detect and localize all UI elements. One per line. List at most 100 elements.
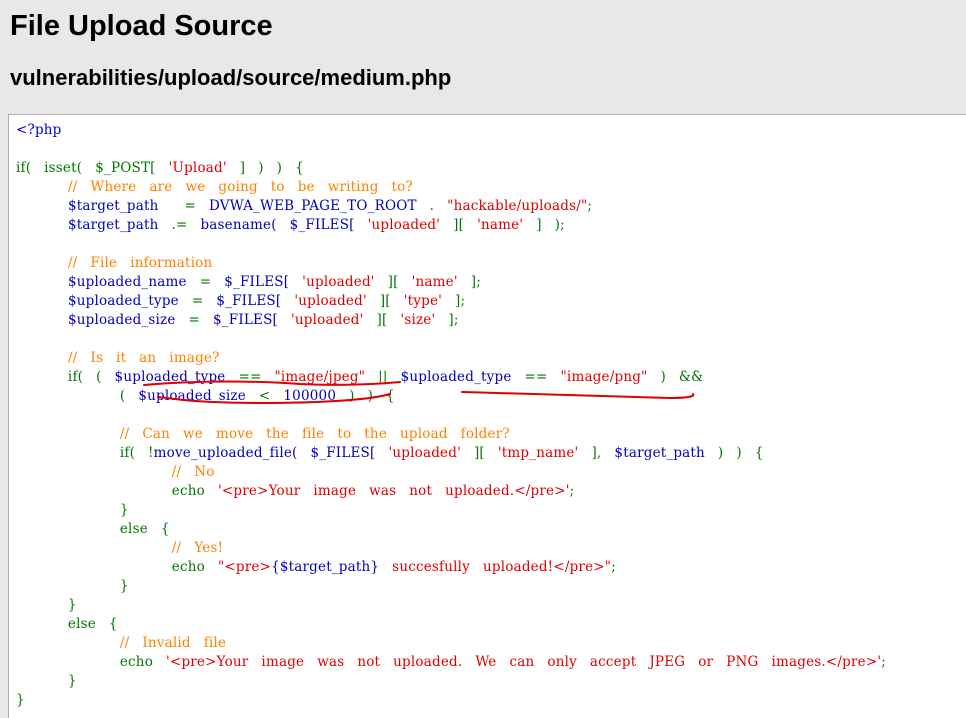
code-token: ]; xyxy=(435,312,459,328)
code-line: else { xyxy=(16,615,886,634)
code-token: $target_path xyxy=(67,198,159,214)
code-token: // Is it an image? xyxy=(67,350,220,366)
code-token: ][ xyxy=(363,312,401,328)
code-token: = xyxy=(175,312,214,328)
code-token: ] ) ) { xyxy=(226,160,304,176)
code-line: ( $uploaded_size < 100000 ) ) { xyxy=(16,387,886,406)
code-token: '<pre>Your image was not uploaded. We ca… xyxy=(166,654,882,670)
code-token: // Where are we going to be writing to? xyxy=(67,179,413,195)
code-line: } xyxy=(16,501,886,520)
code-token: ][ xyxy=(374,274,412,290)
code-token: 'uploaded' xyxy=(294,293,367,309)
code-line: if( !move_uploaded_file( $_FILES[ 'uploa… xyxy=(16,444,886,463)
code-token: $_FILES[ xyxy=(224,274,303,290)
code-line: } xyxy=(16,691,886,710)
code-line: echo '<pre>Your image was not uploaded.<… xyxy=(16,482,886,501)
code-token: $target_path xyxy=(614,445,705,461)
code-line: // Invalid file xyxy=(16,634,886,653)
code-line: // File information xyxy=(16,254,886,273)
code-token: 'uploaded' xyxy=(290,312,364,328)
code-token: $uploaded_type xyxy=(67,293,179,309)
code-token: ; xyxy=(881,654,887,670)
code-line: } xyxy=(16,577,886,596)
code-line: } xyxy=(16,672,886,691)
code-token: $uploaded_type xyxy=(400,369,512,385)
code-token: $_FILES[ xyxy=(310,445,389,461)
code-token: echo xyxy=(16,559,218,575)
code-line: echo "<pre>{$target_path} succesfully up… xyxy=(16,558,886,577)
code-token: ) && xyxy=(647,369,704,385)
code-token: ][ xyxy=(366,293,404,309)
code-line: // Yes! xyxy=(16,539,886,558)
code-token: 'type' xyxy=(403,293,443,309)
code-token: ; xyxy=(611,559,616,575)
code-token: ]; xyxy=(457,274,481,290)
code-token: 'uploaded' xyxy=(388,445,461,461)
code-line: else { xyxy=(16,520,886,539)
code-token: ; xyxy=(587,198,593,214)
code-token: $uploaded_name xyxy=(67,274,187,290)
code-line: if( isset( $_POST[ 'Upload' ] ) ) { xyxy=(16,159,886,178)
code-token: else { xyxy=(16,521,170,537)
code-token: } xyxy=(16,578,129,594)
code-token: if( ! xyxy=(16,445,154,461)
code-token: {$target_path} xyxy=(271,559,380,575)
code-token: "image/png" xyxy=(560,369,648,385)
code-token: // No xyxy=(171,464,215,480)
code-token: if( ( xyxy=(16,369,115,385)
code-token: 'uploaded' xyxy=(302,274,375,290)
source-file-path: vulnerabilities/upload/source/medium.php xyxy=(10,65,452,90)
code-token: || xyxy=(365,369,401,385)
code-token: } xyxy=(16,502,129,518)
code-token: // Invalid file xyxy=(119,635,227,651)
code-token: 'name' xyxy=(477,217,524,233)
code-token: == xyxy=(511,369,561,385)
code-token: $target_path xyxy=(67,217,159,233)
code-token: ( xyxy=(16,388,139,404)
code-line: // Where are we going to be writing to? xyxy=(16,178,886,197)
code-token: $_FILES[ xyxy=(213,312,291,328)
code-token: $uploaded_type xyxy=(114,369,226,385)
code-token: ], xyxy=(578,445,615,461)
code-token: < xyxy=(245,388,284,404)
code-token: else { xyxy=(16,616,118,632)
code-line: echo '<pre>Your image was not uploaded. … xyxy=(16,653,886,672)
code-token: // File information xyxy=(67,255,213,271)
code-token: 'Upload' xyxy=(168,160,227,176)
code-token: . xyxy=(416,198,448,214)
code-token: $uploaded_size xyxy=(138,388,246,404)
code-token: 100000 xyxy=(283,388,337,404)
code-token: ] ); xyxy=(523,217,565,233)
code-token: } xyxy=(16,597,77,613)
code-token: } xyxy=(16,673,77,689)
code-token: = xyxy=(158,198,209,214)
code-token: DVWA_WEB_PAGE_TO_ROOT xyxy=(208,198,417,214)
code-line: $target_path = DVWA_WEB_PAGE_TO_ROOT . "… xyxy=(16,197,886,216)
code-token: 'uploaded' xyxy=(367,217,441,233)
code-token: 'tmp_name' xyxy=(497,445,579,461)
php-source-code: <?php if( isset( $_POST[ 'Upload' ] ) ) … xyxy=(16,121,886,710)
code-token: = xyxy=(186,274,225,290)
code-token: // Yes! xyxy=(171,540,224,556)
code-line: } xyxy=(16,596,886,615)
code-line: $uploaded_size = $_FILES[ 'uploaded' ][ … xyxy=(16,311,886,330)
code-token: ]; xyxy=(442,293,466,309)
code-token: echo xyxy=(16,483,218,499)
code-token: ][ xyxy=(460,445,498,461)
code-token: // Can we move the file to the upload fo… xyxy=(119,426,510,442)
code-token: $uploaded_size xyxy=(67,312,176,328)
code-token: 'size' xyxy=(400,312,436,328)
page-title: File Upload Source xyxy=(10,10,273,42)
code-line: $uploaded_type = $_FILES[ 'uploaded' ][ … xyxy=(16,292,886,311)
code-line: // Can we move the file to the upload fo… xyxy=(16,425,886,444)
code-line: $uploaded_name = $_FILES[ 'uploaded' ][ … xyxy=(16,273,886,292)
code-token: succesfully uploaded!</pre>" xyxy=(379,559,612,575)
code-token: basename( xyxy=(200,217,290,233)
